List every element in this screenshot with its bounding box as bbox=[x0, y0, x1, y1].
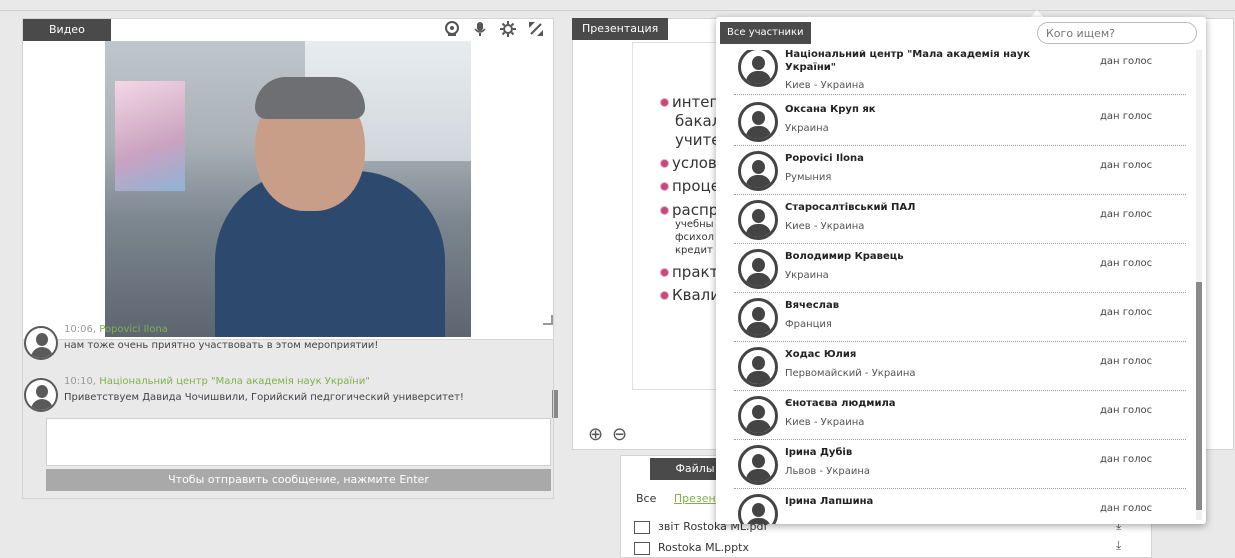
microphone-icon[interactable] bbox=[471, 21, 489, 39]
slide-line: учите bbox=[675, 131, 721, 149]
list-item[interactable]: Національний центр "Мала академія наук У… bbox=[734, 50, 1186, 95]
list-item[interactable]: Старосалтівський ПАЛ Киев - Украина дан … bbox=[734, 195, 1186, 244]
filter-all[interactable]: Все bbox=[636, 492, 656, 505]
participants-popup: Все участники Національний центр "Мала а… bbox=[716, 17, 1206, 524]
slide-bullet: практ bbox=[661, 263, 718, 281]
video-panel: Видео bbox=[22, 18, 554, 340]
file-icon bbox=[634, 520, 650, 534]
slide-line: учебны bbox=[675, 219, 714, 230]
zoom-out-icon[interactable]: ⊖ bbox=[612, 424, 627, 445]
chat-scrollbar[interactable] bbox=[552, 390, 558, 418]
send-message-bar[interactable]: Чтобы отправить сообщение, нажмите Enter bbox=[46, 469, 551, 491]
video-tab[interactable]: Видео bbox=[23, 19, 111, 41]
avatar bbox=[738, 249, 778, 289]
gear-icon[interactable] bbox=[499, 21, 517, 39]
list-item[interactable]: Popovici Ilona Румыния дан голос bbox=[734, 146, 1186, 195]
avatar bbox=[24, 378, 58, 412]
list-item[interactable]: Володимир Кравець Украина дан голос bbox=[734, 244, 1186, 293]
avatar bbox=[738, 494, 778, 524]
message-text: Приветствуем Давида Чочишвили, Горийский… bbox=[64, 392, 464, 403]
file-item[interactable]: Rostoka ML.pptx bbox=[634, 541, 749, 555]
slide-line: кредит bbox=[675, 245, 713, 256]
avatar bbox=[738, 50, 778, 87]
list-item[interactable]: Ірина Лапшина дан голос bbox=[734, 489, 1186, 524]
avatar bbox=[24, 326, 58, 360]
slide-line: фсихол bbox=[675, 232, 714, 243]
filter-presentations[interactable]: Презен bbox=[674, 492, 716, 505]
message-time: 10:06, bbox=[64, 324, 96, 335]
slide-bullet: интег bbox=[661, 93, 717, 111]
message-author[interactable]: Національний центр "Мала академія наук У… bbox=[99, 376, 370, 387]
video-toolbar bbox=[443, 21, 545, 39]
list-item[interactable]: Єнотаєва людмила Киев - Украина дан голо… bbox=[734, 391, 1186, 440]
avatar bbox=[738, 396, 778, 436]
files-filter: Все Презен bbox=[636, 492, 716, 505]
message-time: 10:10, bbox=[64, 376, 96, 387]
download-icon[interactable]: ⤓ bbox=[1116, 538, 1121, 553]
list-item[interactable]: Ірина Дубів Львов - Украина дан голос bbox=[734, 440, 1186, 489]
avatar bbox=[738, 200, 778, 240]
message-author[interactable]: Popovici Ilona bbox=[99, 324, 168, 335]
slide-bullet: распр bbox=[661, 201, 718, 219]
slide-bullet: проце bbox=[661, 177, 720, 195]
participants-list: Національний центр "Мала академія наук У… bbox=[716, 50, 1194, 524]
avatar bbox=[738, 102, 778, 142]
expand-icon[interactable] bbox=[527, 21, 545, 39]
avatar bbox=[738, 445, 778, 485]
zoom-in-icon[interactable]: ⊕ bbox=[588, 424, 603, 445]
all-participants-tab[interactable]: Все участники bbox=[720, 22, 811, 44]
file-icon bbox=[634, 541, 650, 555]
message-text: нам тоже очень приятно участвовать в это… bbox=[64, 340, 379, 351]
presentation-tab[interactable]: Презентация bbox=[572, 18, 669, 40]
slide-bullet: Квали bbox=[661, 286, 720, 304]
avatar bbox=[738, 347, 778, 387]
list-item[interactable]: Оксана Круп як Украина дан голос bbox=[734, 97, 1186, 146]
list-item[interactable]: Ходас Юлия Первомайский - Украина дан го… bbox=[734, 342, 1186, 391]
webcam-icon[interactable] bbox=[443, 21, 461, 39]
video-stream bbox=[105, 41, 471, 337]
avatar bbox=[738, 298, 778, 338]
participant-search-input[interactable] bbox=[1037, 22, 1197, 44]
chat-input[interactable] bbox=[46, 418, 551, 466]
list-item[interactable]: Вячеслав Франция дан голос bbox=[734, 293, 1186, 342]
participants-scrollbar-thumb[interactable] bbox=[1196, 282, 1202, 510]
file-name: Rostoka ML.pptx bbox=[658, 541, 749, 554]
slide-line: бакал bbox=[675, 112, 722, 130]
slide-bullet: услов bbox=[661, 154, 717, 172]
chat-messages: 10:06, Popovici Ilona нам тоже очень при… bbox=[22, 320, 562, 415]
avatar bbox=[738, 151, 778, 191]
top-bar bbox=[0, 0, 1235, 11]
